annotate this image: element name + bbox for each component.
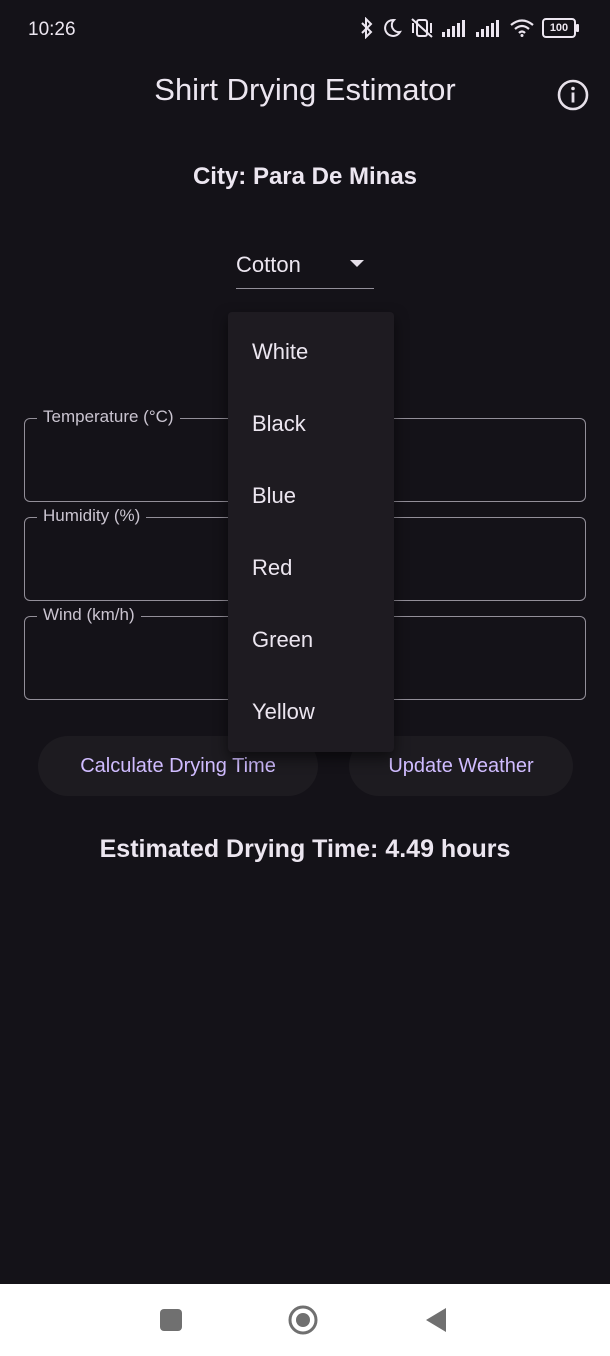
square-recents-icon[interactable] bbox=[155, 1304, 187, 1336]
menu-item-yellow[interactable]: Yellow bbox=[252, 699, 315, 725]
signal-icon bbox=[442, 20, 465, 37]
triangle-back-icon[interactable] bbox=[420, 1304, 452, 1336]
city-label: City: Para De Minas bbox=[192, 163, 418, 190]
mute-vibrate-icon bbox=[411, 18, 433, 38]
wifi-icon bbox=[510, 19, 534, 37]
info-icon[interactable] bbox=[556, 78, 590, 112]
status-icons: 100 bbox=[360, 17, 579, 39]
dropdown-arrow-icon bbox=[350, 260, 364, 267]
color-dropdown-menu: White Black Blue Red Green Yellow bbox=[228, 312, 394, 752]
wind-label: Wind (km/h) bbox=[37, 605, 141, 625]
circle-home-icon[interactable] bbox=[287, 1304, 319, 1336]
app-title: Shirt Drying Estimator bbox=[154, 72, 456, 107]
signal-icon bbox=[476, 20, 499, 37]
battery-icon: 100 bbox=[542, 18, 579, 38]
drying-time-result: Estimated Drying Time: 4.49 hours bbox=[99, 835, 511, 863]
menu-item-red[interactable]: Red bbox=[252, 555, 292, 581]
humidity-label: Humidity (%) bbox=[37, 506, 147, 526]
menu-item-blue[interactable]: Blue bbox=[252, 483, 296, 509]
status-time: 10:26 bbox=[28, 19, 76, 40]
system-nav-bar bbox=[0, 1284, 610, 1356]
menu-item-green[interactable]: Green bbox=[252, 627, 313, 653]
menu-item-black[interactable]: Black bbox=[252, 411, 306, 437]
temperature-label: Temperature (°C) bbox=[37, 407, 180, 427]
bluetooth-icon bbox=[361, 17, 373, 39]
dropdown-selected-value: Cotton bbox=[236, 252, 301, 277]
do-not-disturb-moon-icon bbox=[384, 18, 402, 37]
menu-item-white[interactable]: White bbox=[252, 339, 308, 365]
fabric-dropdown[interactable]: Cotton bbox=[236, 240, 374, 289]
status-bar: 10:26 100 bbox=[0, 0, 610, 60]
